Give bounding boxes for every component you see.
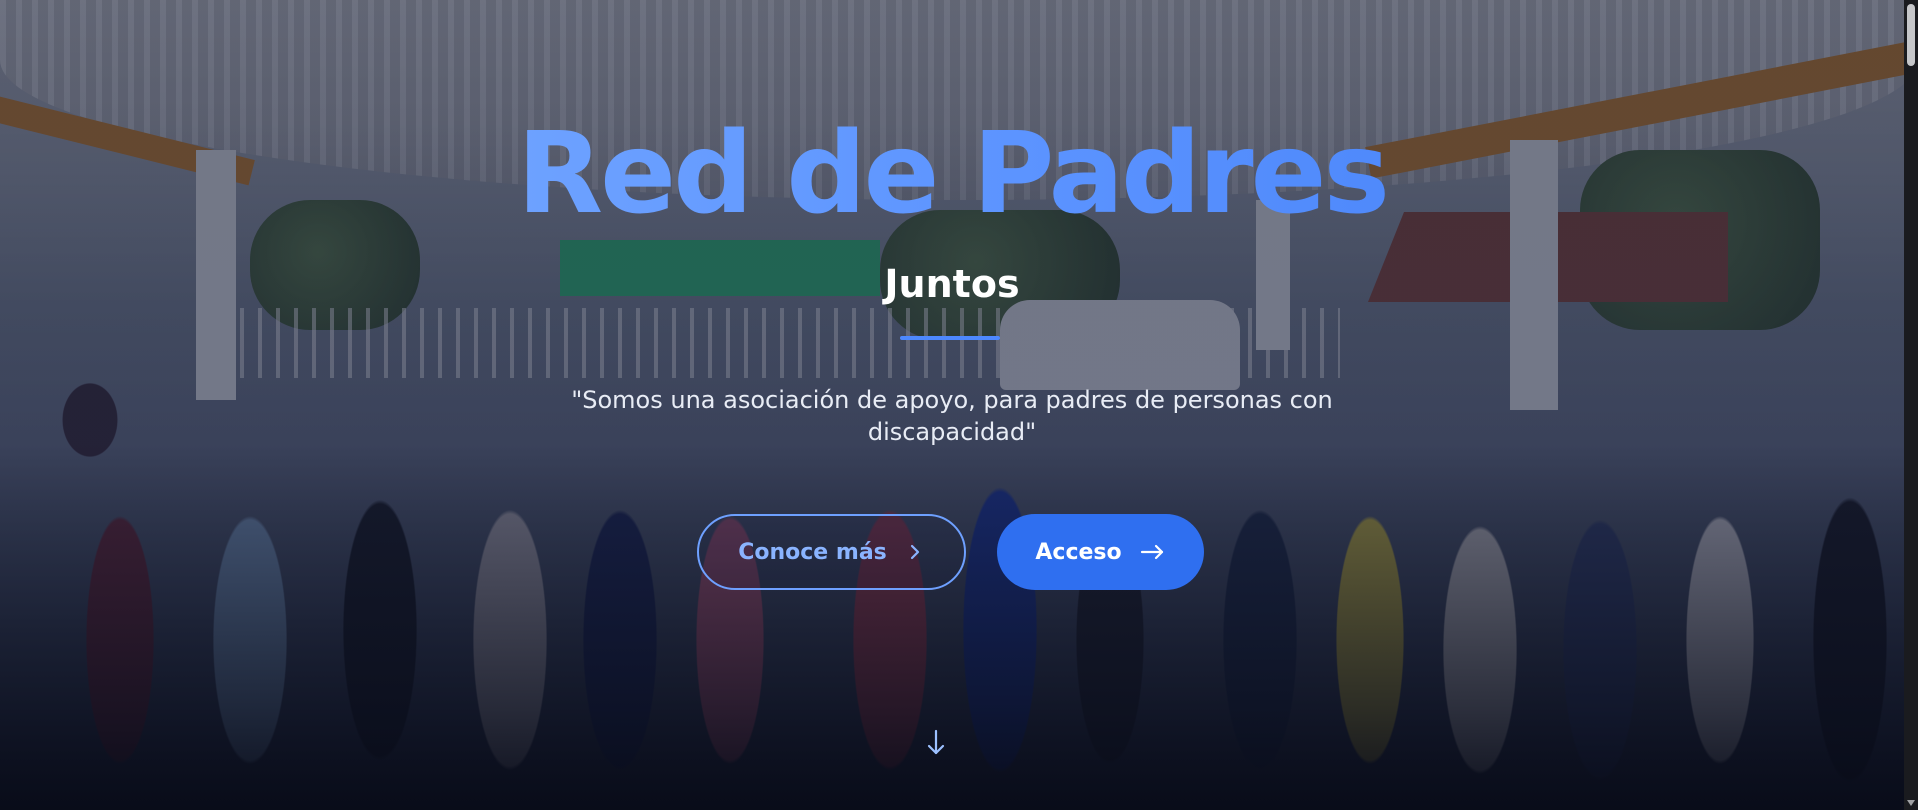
learn-more-button[interactable]: Conoce más xyxy=(697,514,966,590)
hero-content: Red de Padres Juntos "Somos una asociaci… xyxy=(0,0,1904,810)
scroll-down-arrow-icon[interactable] xyxy=(1907,800,1915,806)
access-label: Acceso xyxy=(1035,539,1122,565)
arrow-right-icon xyxy=(1140,542,1166,562)
hero-section: Red de Padres Juntos "Somos una asociaci… xyxy=(0,0,1918,810)
scrollbar-thumb[interactable] xyxy=(1907,4,1915,66)
title-underline xyxy=(900,336,1000,340)
access-button[interactable]: Acceso xyxy=(997,514,1204,590)
hero-title: Red de Padres xyxy=(0,118,1904,230)
page-scrollbar[interactable] xyxy=(1904,0,1918,810)
arrow-down-icon[interactable] xyxy=(924,728,948,758)
hero-tagline: "Somos una asociación de apoyo, para pad… xyxy=(571,386,1333,446)
learn-more-label: Conoce más xyxy=(738,539,887,565)
chevron-right-icon xyxy=(905,542,925,562)
hero-subtitle: Juntos xyxy=(884,262,1020,306)
